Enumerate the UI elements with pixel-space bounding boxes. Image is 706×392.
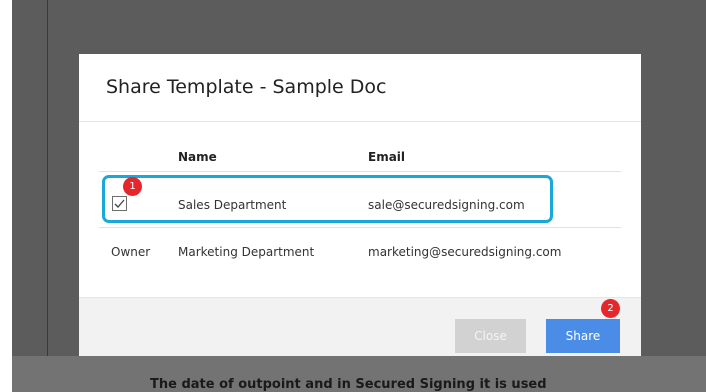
close-button[interactable]: Close: [455, 319, 526, 353]
row-status-owner: Owner: [111, 245, 151, 259]
column-header-email: Email: [368, 150, 406, 164]
highlight-box: [102, 175, 553, 223]
row-divider: [99, 227, 621, 228]
step-badge-2: 2: [601, 299, 620, 318]
dialog-title: Share Template - Sample Doc: [106, 76, 387, 98]
step-badge-1: 1: [123, 177, 142, 196]
row-email-marketing: marketing@securedsigning.com: [368, 245, 562, 259]
share-template-dialog: Share Template - Sample Doc Name Email S…: [79, 54, 641, 356]
header-divider: [99, 171, 621, 172]
page-left-strip: [0, 0, 12, 392]
column-header-name: Name: [178, 150, 217, 164]
dialog-header: Share Template - Sample Doc: [79, 54, 641, 122]
share-button[interactable]: Share: [546, 319, 620, 353]
background-text: The date of outpoint and in Secured Sign…: [150, 377, 547, 392]
row-name-marketing: Marketing Department: [178, 245, 315, 259]
page-left-divider: [47, 0, 48, 392]
